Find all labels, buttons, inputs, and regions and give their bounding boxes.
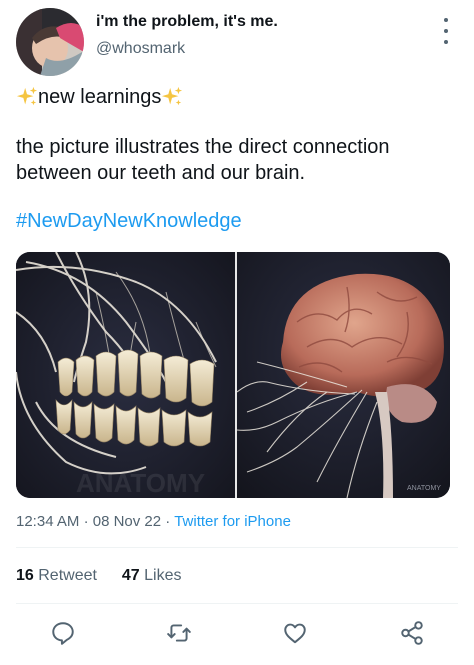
avatar-photo — [16, 8, 84, 76]
meta-separator: · — [165, 513, 171, 530]
heart-icon — [284, 623, 306, 644]
likes-label: Likes — [144, 567, 182, 584]
tweet-body: the picture illustrates the direct conne… — [16, 136, 390, 184]
svg-text:ANATOMY: ANATOMY — [76, 468, 205, 498]
reply-icon — [52, 622, 74, 645]
tweet-first-line-text: new learnings — [38, 86, 162, 108]
hashtag-link[interactable]: #NewDayNewKnowledge — [16, 208, 456, 234]
tweet-timestamp: 12:34 AM · 08 Nov 22 · Twitter for iPhon… — [16, 513, 291, 530]
tweet-media-image[interactable]: ANATOMY ANATOMY — [16, 252, 450, 498]
author-display-name[interactable]: i'm the problem, it's me. — [96, 13, 278, 31]
teeth-nerves-image: ANATOMY — [16, 252, 235, 498]
divider — [16, 603, 458, 604]
tweet-text: new learnings the picture illustrates th… — [16, 84, 456, 234]
tweet-first-line: new learnings — [16, 84, 456, 110]
retweet-label: Retweet — [38, 567, 97, 584]
sparkles-icon — [16, 86, 38, 106]
divider — [16, 547, 458, 548]
more-options-icon[interactable] — [436, 18, 456, 44]
sparkles-icon — [162, 86, 183, 106]
meta-separator: · — [83, 513, 89, 530]
share-button[interactable] — [397, 618, 427, 648]
retweet-stat[interactable]: 16 Retweet — [16, 567, 97, 584]
avatar[interactable] — [16, 8, 84, 76]
author-handle[interactable]: @whosmark — [96, 40, 185, 58]
tweet-date: 08 Nov 22 — [92, 513, 162, 530]
share-icon — [401, 621, 423, 645]
reply-button[interactable] — [48, 618, 78, 648]
like-button[interactable] — [280, 618, 310, 648]
tweet-stats: 16 Retweet 47 Likes — [16, 567, 181, 585]
retweet-count: 16 — [16, 567, 34, 584]
like-count: 47 — [121, 567, 140, 584]
tweet-time: 12:34 AM — [16, 513, 80, 530]
likes-stat[interactable]: 47 Likes — [122, 567, 182, 584]
tweet-source-link[interactable]: Twitter for iPhone — [174, 513, 291, 530]
media-watermark: ANATOMY — [407, 485, 441, 492]
retweet-icon — [167, 624, 191, 642]
brain-nerves-image: ANATOMY — [236, 252, 450, 498]
retweet-button[interactable] — [164, 618, 194, 648]
